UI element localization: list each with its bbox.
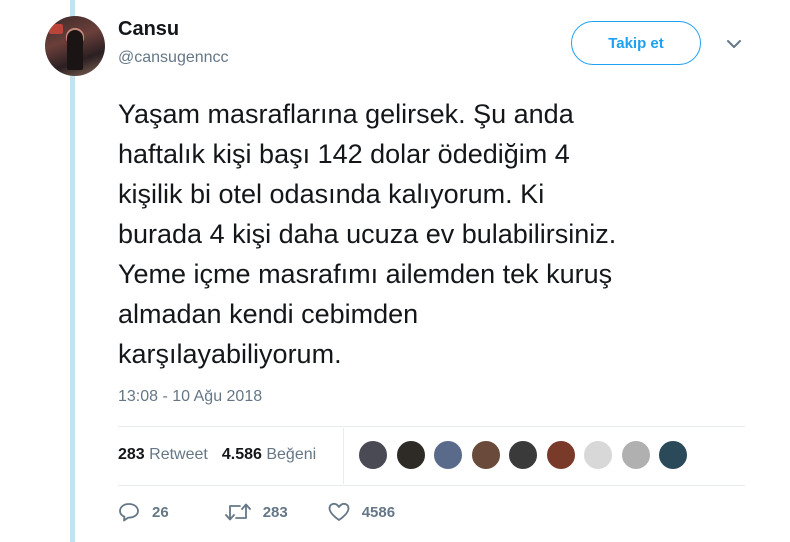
follow-button[interactable]: Takip et: [571, 21, 701, 65]
engagement-stats: 283 Retweet 4.586 Beğeni: [118, 446, 316, 464]
tweet-timestamp[interactable]: 13:08 - 10 Ağu 2018: [118, 388, 262, 406]
retweets-label[interactable]: Retweet: [149, 446, 208, 464]
tweet-actions: 26 283 4586: [118, 502, 433, 522]
divider: [118, 485, 745, 486]
retweet-button[interactable]: 283: [224, 502, 288, 522]
liker-avatar[interactable]: [470, 440, 501, 470]
like-button[interactable]: 4586: [328, 502, 395, 522]
stats-separator: [343, 428, 344, 484]
liker-avatar[interactable]: [658, 440, 688, 470]
like-count: 4586: [361, 503, 396, 521]
thread-line: [70, 0, 75, 542]
reply-button[interactable]: 26: [118, 502, 169, 522]
tweet-text: Yaşam masraflarına gelirsek. Şu anda haf…: [118, 99, 617, 369]
user-name[interactable]: Cansu: [118, 18, 179, 41]
divider: [118, 426, 745, 427]
liker-avatar[interactable]: [620, 440, 651, 470]
liker-avatar[interactable]: [583, 440, 613, 470]
retweets-count[interactable]: 283: [118, 446, 145, 464]
chevron-down-icon[interactable]: [724, 34, 744, 54]
liker-avatar[interactable]: [433, 440, 463, 470]
likes-label[interactable]: Beğeni: [266, 446, 316, 464]
heart-icon: [328, 502, 350, 521]
avatar-figure-detail: [67, 30, 83, 70]
user-handle[interactable]: @cansugenncc: [118, 49, 229, 67]
liker-avatars: [358, 440, 696, 470]
liker-avatar[interactable]: [358, 440, 388, 470]
liker-avatar[interactable]: [545, 440, 576, 470]
liker-avatar[interactable]: [395, 440, 426, 470]
retweet-icon: [224, 503, 251, 521]
likes-count[interactable]: 4.586: [222, 446, 262, 464]
retweet-count: 283: [262, 503, 288, 521]
reply-icon: [119, 503, 139, 522]
liker-avatar[interactable]: [508, 440, 538, 470]
avatar[interactable]: [45, 16, 105, 76]
reply-count: 26: [152, 503, 169, 521]
avatar-sign-detail: [49, 24, 63, 34]
